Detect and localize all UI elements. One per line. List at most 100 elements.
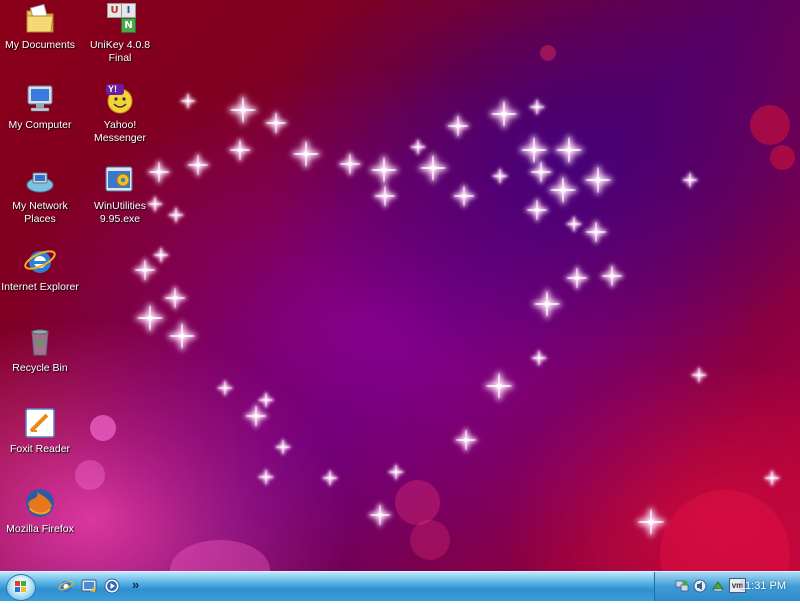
sparkle-decoration <box>135 303 165 333</box>
start-button[interactable] <box>6 574 36 601</box>
sparkle-decoration <box>180 93 197 110</box>
tray-network-icon[interactable] <box>675 578 689 592</box>
sparkle-decoration <box>454 428 478 452</box>
taskbar: » vm 11:31 PM <box>0 571 800 601</box>
computer-icon <box>23 82 57 116</box>
sparkle-decoration <box>418 153 448 183</box>
unikey-icon: U I N <box>103 2 137 36</box>
sparkle-decoration <box>492 168 509 185</box>
sparkle-decoration <box>291 139 321 169</box>
sparkle-decoration <box>566 216 583 233</box>
sparkle-decoration <box>682 172 699 189</box>
sparkle-decoration <box>636 507 666 537</box>
sparkle-decoration <box>228 138 252 162</box>
sparkle-decoration <box>168 207 185 224</box>
sparkle-decoration <box>489 99 519 129</box>
bokeh-decoration <box>750 105 790 145</box>
sparkle-decoration <box>529 99 546 116</box>
sparkle-decoration <box>484 371 514 401</box>
sparkle-decoration <box>446 114 470 138</box>
sparkle-decoration <box>153 247 170 264</box>
sparkle-decoration <box>531 350 548 367</box>
sparkle-decoration <box>368 503 392 527</box>
desktop[interactable]: My Documents My Computer My Network Plac… <box>0 0 800 571</box>
desktop-icon-my-computer[interactable]: My Computer <box>0 82 80 132</box>
sparkle-decoration <box>691 367 708 384</box>
quicklaunch-show-desktop[interactable] <box>81 578 97 594</box>
yahoo-badge-text: Y! <box>108 84 117 94</box>
unikey-letter-i: I <box>121 3 136 18</box>
system-tray: vm 11:31 PM <box>654 572 800 601</box>
icon-label: My Computer <box>8 119 72 131</box>
sparkle-decoration <box>167 321 197 351</box>
icon-label: WinUtilities 9.95.exe <box>94 200 146 225</box>
icon-label: Yahoo! Messenger <box>94 119 146 144</box>
icon-label: Recycle Bin <box>12 362 68 374</box>
unikey-letter-n: N <box>121 18 136 33</box>
sparkle-decoration <box>322 470 339 487</box>
desktop-icon-yahoo-messenger[interactable]: Y! Yahoo! Messenger <box>80 82 160 145</box>
bokeh-decoration <box>410 520 450 560</box>
sparkle-decoration <box>217 380 234 397</box>
yahoo-messenger-icon: Y! <box>103 82 137 116</box>
desktop-icon-winutilities[interactable]: WinUtilities 9.95.exe <box>80 163 160 226</box>
sparkle-decoration <box>228 95 258 125</box>
icon-label: UniKey 4.0.8 Final <box>89 39 151 64</box>
bokeh-decoration <box>170 540 270 571</box>
sparkle-decoration <box>186 153 210 177</box>
sparkle-decoration <box>373 184 397 208</box>
network-places-icon <box>23 163 57 197</box>
taskbar-clock[interactable]: 11:31 PM <box>740 580 786 592</box>
windows-logo-icon <box>15 581 26 592</box>
sparkle-decoration <box>258 469 275 486</box>
sparkle-decoration <box>565 266 589 290</box>
sparkle-decoration <box>163 286 187 310</box>
show-desktop-icon <box>81 579 97 592</box>
internet-explorer-icon <box>23 244 57 278</box>
sparkle-decoration <box>369 155 399 185</box>
sparkle-decoration <box>554 135 584 165</box>
bokeh-decoration <box>770 145 795 170</box>
icon-label: My Network Places <box>12 200 68 225</box>
icon-label: Foxit Reader <box>9 443 71 455</box>
desktop-icon-my-network-places[interactable]: My Network Places <box>0 163 80 226</box>
desktop-icon-internet-explorer[interactable]: Internet Explorer <box>0 244 80 294</box>
quicklaunch-media-player[interactable] <box>104 578 120 594</box>
bokeh-decoration <box>540 45 556 61</box>
sparkle-decoration <box>764 470 781 487</box>
recycle-bin-icon <box>23 325 57 359</box>
internet-explorer-icon <box>58 580 74 592</box>
sparkle-decoration <box>532 289 562 319</box>
folder-documents-icon <box>23 2 57 36</box>
sparkle-decoration <box>525 198 549 222</box>
sparkle-decoration <box>258 392 275 409</box>
bokeh-decoration <box>660 490 790 571</box>
sparkle-decoration <box>584 220 608 244</box>
sparkle-decoration <box>275 439 292 456</box>
firefox-icon <box>23 486 57 520</box>
unikey-letter-u: U <box>107 3 122 18</box>
bokeh-decoration <box>395 480 440 525</box>
desktop-icon-foxit-reader[interactable]: Foxit Reader <box>0 406 80 456</box>
desktop-icon-my-documents[interactable]: My Documents <box>0 2 80 52</box>
foxit-reader-icon <box>23 406 57 440</box>
icon-label: My Documents <box>4 39 76 51</box>
desktop-icon-unikey[interactable]: U I N UniKey 4.0.8 Final <box>80 2 160 65</box>
sparkle-decoration <box>600 264 624 288</box>
bokeh-decoration <box>90 415 116 441</box>
sparkle-decoration <box>388 464 405 481</box>
tray-safely-remove-icon[interactable] <box>711 578 725 592</box>
tray-volume-icon[interactable] <box>693 578 707 593</box>
winutilities-icon <box>103 163 137 197</box>
sparkle-decoration <box>452 184 476 208</box>
quicklaunch-internet-explorer[interactable] <box>58 578 74 594</box>
media-player-icon <box>104 578 120 594</box>
desktop-icon-mozilla-firefox[interactable]: Mozilla Firefox <box>0 486 80 536</box>
sparkle-decoration <box>548 175 578 205</box>
quicklaunch-overflow-chevron[interactable]: » <box>132 577 139 592</box>
icon-label: Internet Explorer <box>1 281 79 293</box>
sparkle-decoration <box>583 165 613 195</box>
sparkle-decoration <box>264 111 288 135</box>
sparkle-decoration <box>338 152 362 176</box>
desktop-icon-recycle-bin[interactable]: Recycle Bin <box>0 325 80 375</box>
